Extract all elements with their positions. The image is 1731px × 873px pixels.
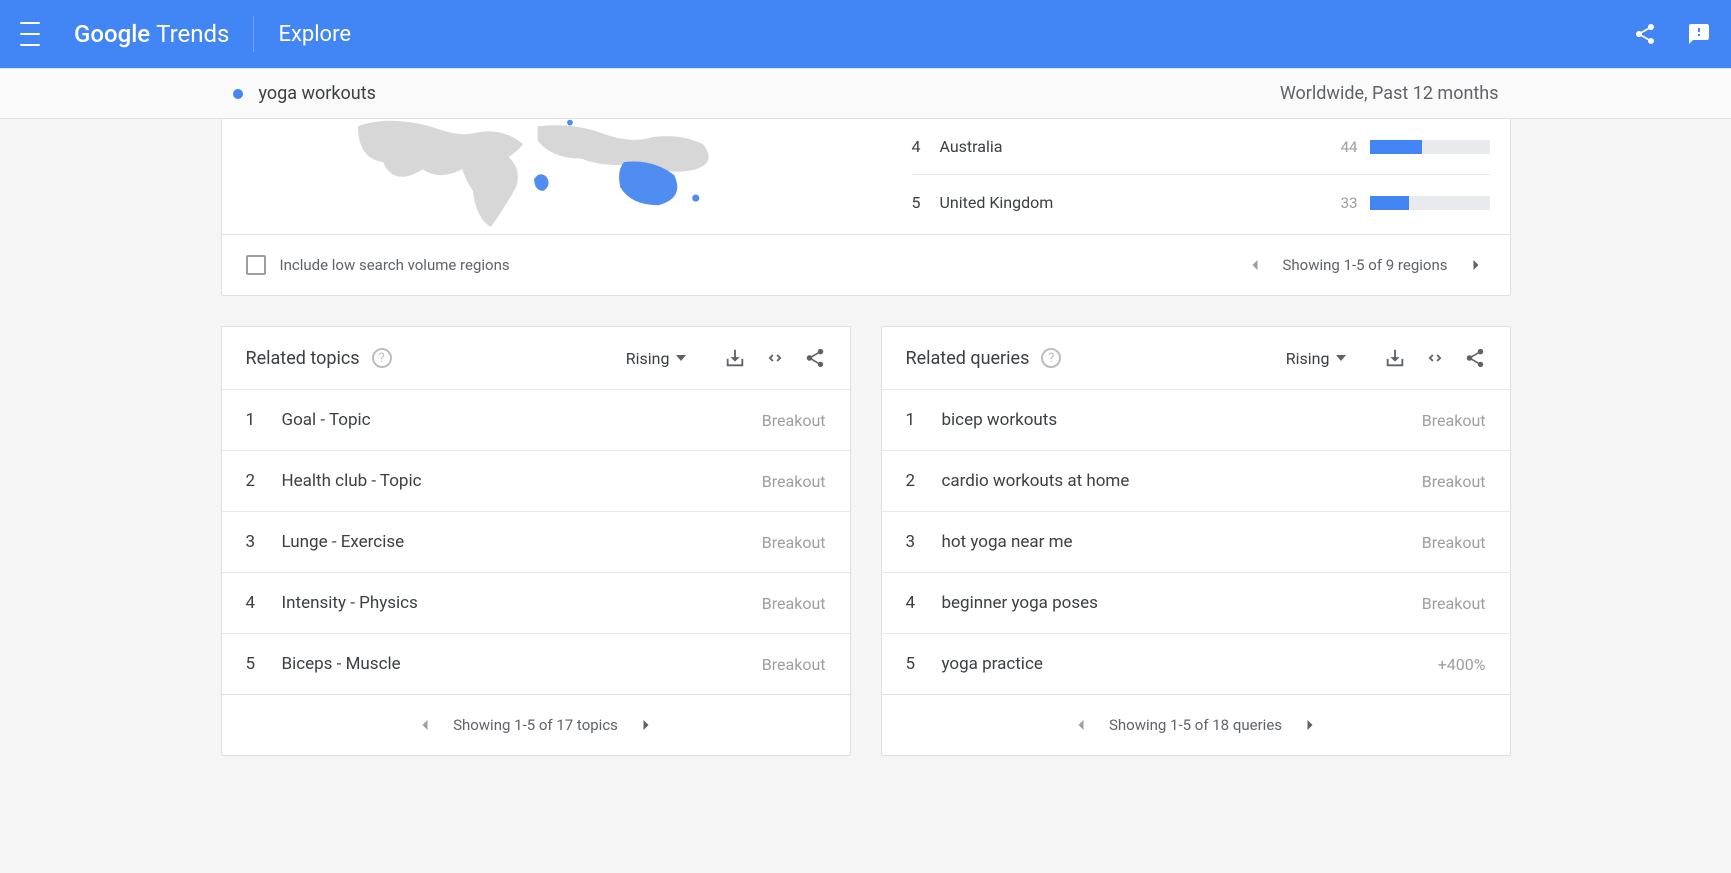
logo-trends: Trends <box>156 20 229 48</box>
scope-label[interactable]: Worldwide, Past 12 months <box>1280 83 1499 104</box>
list-item[interactable]: 2cardio workouts at homeBreakout <box>882 450 1510 511</box>
topics-title: Related topics <box>246 348 360 369</box>
logo[interactable]: Google Trends <box>74 20 229 48</box>
world-map[interactable] <box>222 119 882 234</box>
region-pager: Showing 1-5 of 9 regions <box>1245 255 1486 275</box>
term-color-dot <box>233 89 243 99</box>
queries-sort-dropdown[interactable]: Rising <box>1286 349 1346 368</box>
low-volume-label: Include low search volume regions <box>280 256 510 274</box>
queries-pager-text: Showing 1-5 of 18 queries <box>1109 716 1282 734</box>
embed-icon[interactable] <box>764 347 786 369</box>
menu-icon[interactable] <box>20 22 44 46</box>
help-icon[interactable]: ? <box>1041 348 1061 368</box>
app-header: Google Trends Explore <box>0 0 1731 68</box>
queries-pager: Showing 1-5 of 18 queries <box>1071 715 1320 735</box>
list-item[interactable]: 5yoga practice+400% <box>882 633 1510 694</box>
chevron-left-icon[interactable] <box>415 715 435 735</box>
region-value: 44 <box>1322 138 1358 156</box>
region-list: 4 Australia 44 5 United Kingdom 33 <box>882 119 1510 234</box>
region-rank: 5 <box>912 193 940 212</box>
region-row[interactable]: 5 United Kingdom 33 <box>912 175 1490 230</box>
embed-icon[interactable] <box>1424 347 1446 369</box>
share-icon[interactable] <box>804 347 826 369</box>
topics-list: 1Goal - TopicBreakout 2Health club - Top… <box>222 389 850 694</box>
page-title: Explore <box>278 22 351 47</box>
logo-google: Google <box>74 20 150 48</box>
search-subheader: yoga workouts Worldwide, Past 12 months <box>0 68 1731 119</box>
chevron-left-icon[interactable] <box>1245 255 1265 275</box>
download-icon[interactable] <box>724 347 746 369</box>
download-icon[interactable] <box>1384 347 1406 369</box>
region-footer: Include low search volume regions Showin… <box>222 234 1510 295</box>
chevron-right-icon[interactable] <box>636 715 656 735</box>
region-card: 4 Australia 44 5 United Kingdom 33 Inclu… <box>221 119 1511 296</box>
topics-pager: Showing 1-5 of 17 topics <box>415 715 656 735</box>
region-name: Australia <box>940 137 1322 156</box>
queries-list: 1bicep workoutsBreakout 2cardio workouts… <box>882 389 1510 694</box>
help-icon[interactable]: ? <box>372 348 392 368</box>
related-topics-card: Related topics ? Rising 1Goal - TopicBre… <box>221 326 851 756</box>
region-value: 33 <box>1322 194 1358 212</box>
search-term[interactable]: yoga workouts <box>259 83 376 104</box>
region-bar <box>1370 196 1490 210</box>
share-icon[interactable] <box>1464 347 1486 369</box>
topics-sort-dropdown[interactable]: Rising <box>626 349 686 368</box>
chevron-right-icon[interactable] <box>1466 255 1486 275</box>
list-item[interactable]: 1bicep workoutsBreakout <box>882 389 1510 450</box>
list-item[interactable]: 5Biceps - MuscleBreakout <box>222 633 850 694</box>
list-item[interactable]: 4Intensity - PhysicsBreakout <box>222 572 850 633</box>
region-rank: 4 <box>912 137 940 156</box>
low-volume-checkbox[interactable] <box>246 255 266 275</box>
list-item[interactable]: 2Health club - TopicBreakout <box>222 450 850 511</box>
chevron-right-icon[interactable] <box>1300 715 1320 735</box>
region-bar <box>1370 140 1490 154</box>
queries-title: Related queries <box>906 348 1030 369</box>
feedback-icon[interactable] <box>1687 22 1711 46</box>
region-pager-text: Showing 1-5 of 9 regions <box>1283 256 1448 274</box>
list-item[interactable]: 4beginner yoga posesBreakout <box>882 572 1510 633</box>
queries-sort-label: Rising <box>1286 349 1330 368</box>
chevron-left-icon[interactable] <box>1071 715 1091 735</box>
topics-pager-text: Showing 1-5 of 17 topics <box>453 716 618 734</box>
list-item[interactable]: 1Goal - TopicBreakout <box>222 389 850 450</box>
region-name: United Kingdom <box>940 193 1322 212</box>
list-item[interactable]: 3Lunge - ExerciseBreakout <box>222 511 850 572</box>
region-row[interactable]: 4 Australia 44 <box>912 119 1490 175</box>
chevron-down-icon <box>1336 355 1346 361</box>
share-icon[interactable] <box>1633 22 1657 46</box>
chevron-down-icon <box>676 355 686 361</box>
topics-sort-label: Rising <box>626 349 670 368</box>
related-queries-card: Related queries ? Rising 1bicep workouts… <box>881 326 1511 756</box>
header-divider <box>253 16 254 52</box>
list-item[interactable]: 3hot yoga near meBreakout <box>882 511 1510 572</box>
